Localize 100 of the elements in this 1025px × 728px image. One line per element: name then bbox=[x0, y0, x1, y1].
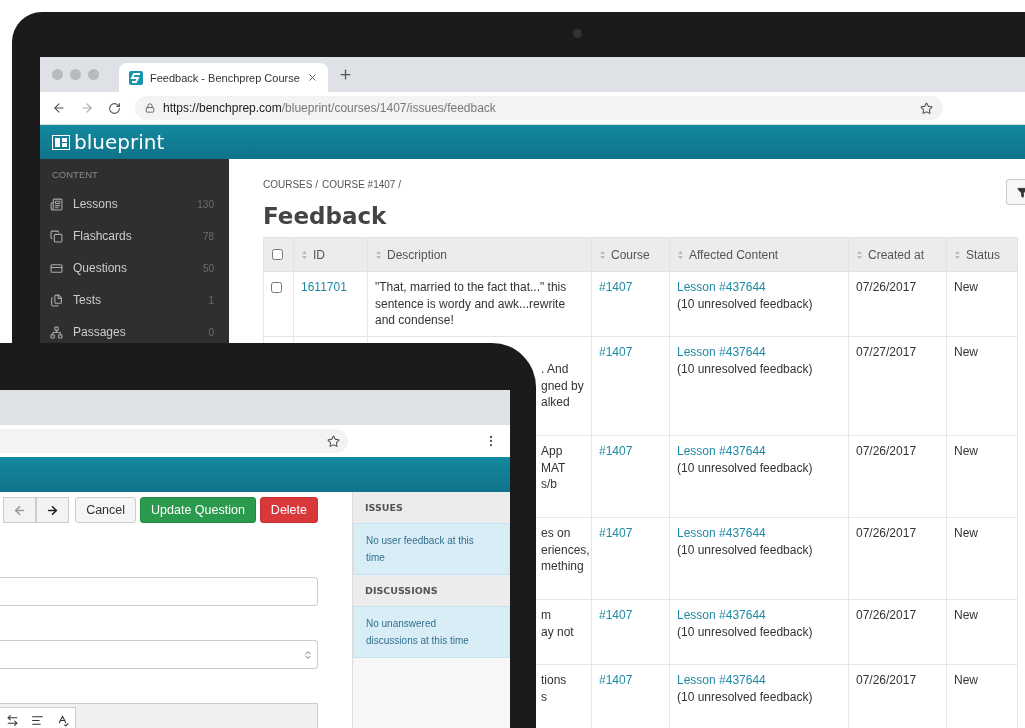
lesson-link[interactable]: Lesson #437644 bbox=[677, 280, 766, 294]
address-bar[interactable]: https://benchprep.com/blueprint/courses/1407/issues/feedback bbox=[135, 96, 943, 120]
description-text: MAT bbox=[541, 459, 566, 476]
window-dot[interactable] bbox=[70, 69, 81, 80]
description-text: m bbox=[541, 607, 551, 624]
feedback-count: (10 unresolved feedback) bbox=[677, 459, 814, 476]
copy-icon bbox=[50, 229, 63, 243]
format-icon[interactable] bbox=[31, 713, 44, 727]
description-text: App bbox=[541, 443, 563, 460]
status-cell: New bbox=[946, 271, 1018, 337]
course-link[interactable]: #1407 bbox=[599, 673, 633, 687]
select-all-checkbox[interactable] bbox=[272, 249, 283, 260]
date-cell: 07/26/2017 bbox=[848, 435, 947, 518]
feedback-count: (10 unresolved feedback) bbox=[677, 541, 814, 558]
replace-icon[interactable] bbox=[6, 713, 19, 727]
spellcheck-icon[interactable] bbox=[56, 713, 69, 727]
back-icon[interactable] bbox=[52, 101, 66, 115]
row-checkbox[interactable] bbox=[271, 282, 282, 293]
select-arrows-icon bbox=[303, 649, 313, 660]
star-icon[interactable] bbox=[920, 101, 933, 115]
description-text: s/b bbox=[541, 476, 557, 493]
panel-heading: DISCUSSIONS bbox=[353, 575, 510, 606]
column-header[interactable]: Course bbox=[591, 237, 670, 272]
description-text: eriences, bbox=[541, 541, 590, 558]
window-dot[interactable] bbox=[52, 69, 63, 80]
lock-icon bbox=[145, 103, 155, 113]
status-cell: New bbox=[946, 435, 1018, 518]
left-arrow-icon bbox=[13, 503, 27, 517]
close-icon[interactable] bbox=[306, 72, 318, 83]
new-tab-icon[interactable] bbox=[337, 67, 353, 82]
app-logo: blueprint bbox=[74, 130, 165, 154]
course-link[interactable]: #1407 bbox=[599, 608, 633, 622]
panel-heading: ISSUES bbox=[353, 492, 510, 523]
breadcrumb-link[interactable]: COURSES / bbox=[263, 179, 318, 205]
files-icon bbox=[50, 293, 63, 307]
column-header[interactable]: Created at bbox=[848, 237, 947, 272]
sort-icon bbox=[600, 250, 605, 259]
right-arrow-icon bbox=[46, 503, 60, 517]
breadcrumb-link[interactable]: COURSE #1407 / bbox=[322, 179, 401, 205]
lesson-link[interactable]: Lesson #437644 bbox=[677, 608, 766, 622]
description-text: gned by bbox=[541, 377, 584, 394]
date-cell: 07/26/2017 bbox=[848, 517, 947, 600]
description-text: . And bbox=[541, 361, 569, 378]
course-link[interactable]: #1407 bbox=[599, 345, 633, 359]
sidebar-heading: CONTENT bbox=[51, 169, 99, 182]
browser-tab[interactable]: Feedback - Benchprep Course bbox=[119, 63, 328, 92]
lesson-link[interactable]: Lesson #437644 bbox=[677, 673, 766, 687]
tab-title: Feedback - Benchprep Course bbox=[150, 71, 300, 84]
update-button[interactable]: Update Question bbox=[140, 497, 256, 523]
logo-icon bbox=[52, 134, 70, 150]
status-cell: New bbox=[946, 599, 1018, 665]
column-header[interactable]: ID bbox=[293, 237, 368, 272]
lesson-link[interactable]: Lesson #437644 bbox=[677, 444, 766, 458]
course-link[interactable]: #1407 bbox=[599, 526, 633, 540]
lesson-link[interactable]: Lesson #437644 bbox=[677, 526, 766, 540]
sidebar-item[interactable]: Lessons 130 bbox=[40, 194, 229, 214]
date-cell: 07/26/2017 bbox=[848, 599, 947, 665]
description-text: tions bbox=[541, 672, 567, 689]
sort-icon bbox=[302, 250, 307, 259]
sort-icon bbox=[376, 250, 381, 259]
window-dot[interactable] bbox=[88, 69, 99, 80]
info-message: No user feedback at this time bbox=[353, 523, 510, 575]
page-title: Feedback bbox=[263, 203, 388, 229]
feedback-count: (10 unresolved feedback) bbox=[677, 623, 814, 640]
id-link[interactable]: 1611701 bbox=[301, 280, 347, 294]
select-field[interactable] bbox=[0, 640, 318, 669]
description-text: s bbox=[541, 688, 547, 705]
column-header[interactable]: Affected Content bbox=[669, 237, 849, 272]
favicon-icon bbox=[129, 70, 143, 85]
sort-icon bbox=[678, 250, 683, 259]
sort-icon bbox=[857, 250, 862, 259]
column-header[interactable]: Description bbox=[367, 237, 592, 272]
description-text: mething bbox=[541, 558, 584, 575]
camera-icon bbox=[573, 29, 582, 38]
cancel-button[interactable]: Cancel bbox=[75, 497, 137, 523]
lesson-link[interactable]: Lesson #437644 bbox=[677, 345, 766, 359]
description-text: "That, married to the fact that..." this sentence is wordy and awk...rewrite and condense! bbox=[375, 279, 568, 329]
hierarchy-icon bbox=[50, 325, 63, 339]
sidebar-item[interactable]: Tests 1 bbox=[40, 290, 229, 310]
course-link[interactable]: #1407 bbox=[599, 280, 633, 294]
url-text: https://benchprep.com/blueprint/courses/1407/issues/feedback bbox=[163, 101, 497, 115]
sidebar-item[interactable]: Flashcards 78 bbox=[40, 226, 229, 246]
date-cell: 07/26/2017 bbox=[848, 271, 947, 337]
status-cell: New bbox=[946, 336, 1018, 436]
input-field[interactable] bbox=[0, 577, 318, 606]
info-message: No unanswered discussions at this time bbox=[353, 606, 510, 658]
delete-button[interactable]: Delete bbox=[259, 497, 318, 523]
feedback-count: (10 unresolved feedback) bbox=[677, 688, 814, 705]
card-icon bbox=[50, 261, 63, 275]
feedback-count: (10 unresolved feedback) bbox=[677, 360, 814, 377]
star-icon[interactable] bbox=[327, 434, 340, 448]
filter-icon bbox=[1016, 186, 1025, 198]
status-cell: New bbox=[946, 517, 1018, 600]
column-header[interactable]: Status bbox=[946, 237, 1018, 272]
reload-icon[interactable] bbox=[108, 101, 121, 115]
feedback-count: (10 unresolved feedback) bbox=[677, 295, 814, 312]
next-button[interactable] bbox=[36, 497, 70, 523]
date-cell: 07/27/2017 bbox=[848, 336, 947, 436]
description-text: es on bbox=[541, 525, 571, 542]
course-link[interactable]: #1407 bbox=[599, 444, 633, 458]
